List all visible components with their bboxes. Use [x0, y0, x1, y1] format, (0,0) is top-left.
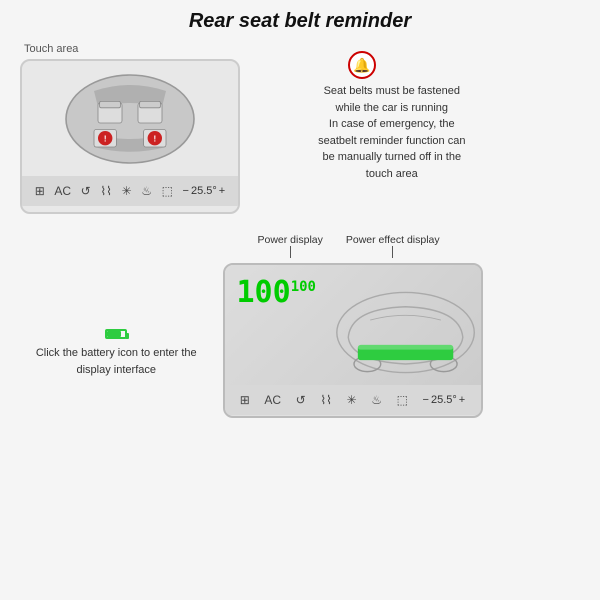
menu-icon-2[interactable]: ⊞ — [240, 393, 250, 407]
temperature-display: − 25.5° + — [183, 185, 226, 197]
battery-click-instruction: Click the battery icon to enter thedispl… — [20, 345, 213, 378]
battery-percentage: 100100 — [237, 275, 316, 310]
page-title: Rear seat belt reminder — [189, 10, 411, 33]
defrost-icon-2[interactable]: ⬚ — [397, 393, 408, 407]
top-left-panel: Touch area — [20, 43, 308, 214]
battery-display-area: 100100 — [225, 265, 481, 385]
car-battery-svg — [311, 280, 481, 385]
heat-icon[interactable]: ⌇⌇ — [100, 184, 112, 198]
temp-plus[interactable]: + — [219, 185, 225, 197]
seat-icon[interactable]: ♨ — [141, 184, 152, 198]
ac-icon[interactable]: AC — [54, 184, 71, 198]
defrost-icon[interactable]: ⬚ — [162, 184, 173, 198]
refresh-icon[interactable]: ↺ — [81, 184, 91, 198]
car-seats-svg: ! ! — [50, 64, 210, 174]
temp-value-2: 25.5° — [431, 394, 457, 406]
svg-text:!: ! — [104, 134, 107, 143]
refresh-icon-2[interactable]: ↺ — [296, 393, 306, 407]
fan-icon-2[interactable]: ✳ — [347, 393, 357, 407]
battery-screen-toolbar[interactable]: ⊞ AC ↺ ⌇⌇ ✳ ♨ ⬚ − 25.5° + — [225, 385, 481, 415]
temp-plus-2[interactable]: + — [459, 394, 465, 406]
fan-icon[interactable]: ✳ — [122, 184, 132, 198]
car-interior-view: ! ! — [22, 61, 238, 176]
seatbelt-warning-icon: 🔔 — [348, 51, 376, 79]
ac-icon-2[interactable]: AC — [264, 393, 281, 407]
bottom-section: Click the battery icon to enter thedispl… — [20, 234, 580, 418]
top-section: Touch area — [20, 43, 580, 214]
power-effect-label: Power effect display — [346, 234, 440, 246]
temperature-display-2: − 25.5° + — [423, 394, 466, 406]
seatbelt-annotation: Seat belts must be fastened while the ca… — [318, 83, 465, 182]
power-display-label: Power display — [258, 234, 323, 246]
heat-icon-2[interactable]: ⌇⌇ — [320, 393, 332, 407]
temp-minus-2[interactable]: − — [423, 394, 429, 406]
svg-text:!: ! — [153, 134, 156, 143]
seat-icon-2[interactable]: ♨ — [371, 393, 382, 407]
page: Rear seat belt reminder Touch area — [0, 0, 600, 600]
screen-toolbar[interactable]: ⊞ AC ↺ ⌇⌇ ✳ ♨ ⬚ − 25.5° + — [22, 176, 238, 206]
menu-icon[interactable]: ⊞ — [35, 184, 45, 198]
temp-value: 25.5° — [191, 185, 217, 197]
touch-area-label: Touch area — [24, 43, 308, 55]
temp-minus[interactable]: − — [183, 185, 189, 197]
top-right-annotation: 🔔 Seat belts must be fastened while the … — [318, 43, 580, 214]
battery-screen[interactable]: 100100 — [223, 263, 483, 418]
seat-screen[interactable]: ! ! ⊞ AC ↺ ⌇⌇ ✳ ♨ ⬚ — [20, 59, 240, 214]
bottom-right-panel: Power display Power effect display 10010… — [223, 234, 581, 418]
bottom-left-panel: Click the battery icon to enter thedispl… — [20, 234, 213, 418]
section-divider — [20, 226, 580, 234]
